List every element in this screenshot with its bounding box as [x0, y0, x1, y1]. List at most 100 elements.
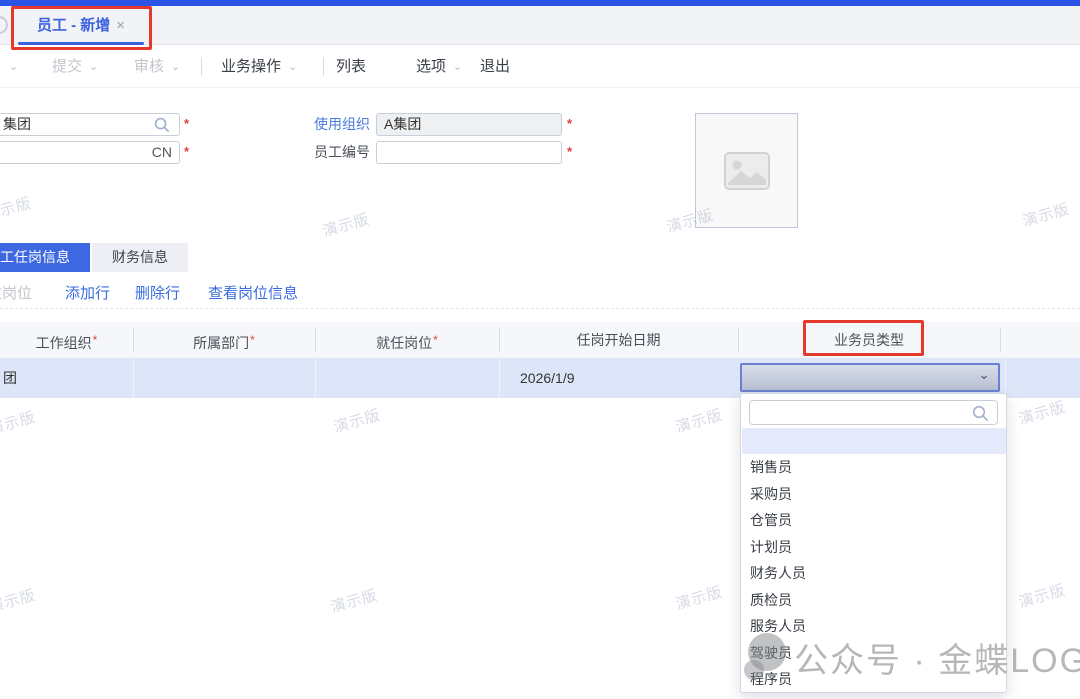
- col-department[interactable]: 所属部门*: [133, 322, 315, 358]
- dropdown-option-empty[interactable]: [742, 428, 1006, 454]
- column-separator: [315, 328, 316, 352]
- cell-start-date[interactable]: 2026/1/9: [520, 358, 575, 398]
- column-separator: [499, 358, 500, 398]
- org-lookup-field[interactable]: 集团: [0, 113, 180, 136]
- dropdown-option[interactable]: 财务人员: [741, 560, 1006, 587]
- demo-watermark: 演示版: [0, 192, 34, 225]
- audit-label: 审核: [134, 58, 164, 75]
- demo-watermark: 演示版: [320, 208, 372, 241]
- col-work-org-label: 工作组织: [36, 335, 92, 351]
- dropdown-option[interactable]: 计划员: [741, 534, 1006, 561]
- submit-button[interactable]: 提交 ⌄: [52, 45, 98, 88]
- col-position[interactable]: 就任岗位*: [315, 322, 499, 358]
- document-tab-bar: 员工 - 新增 ×: [0, 6, 1080, 45]
- col-work-org[interactable]: 工作组织*: [0, 322, 133, 358]
- toolbar-stub-chevron: ⌄: [2, 45, 18, 88]
- chevron-down-icon: ⌄: [288, 61, 297, 73]
- col-start-date-label: 任岗开始日期: [577, 332, 661, 348]
- use-org-field: A集团: [376, 113, 562, 136]
- required-marker: *: [184, 116, 189, 131]
- column-separator: [738, 328, 739, 352]
- dropdown-option[interactable]: 质检员: [741, 587, 1006, 614]
- demo-watermark: 演示版: [673, 404, 725, 437]
- column-separator: [499, 328, 500, 352]
- delete-row-label: 删除行: [135, 285, 180, 302]
- brand-logo-circle-small: [744, 660, 764, 680]
- required-marker: *: [567, 116, 572, 131]
- employee-no-label: 员工编号: [312, 141, 370, 164]
- demo-watermark: 演示版: [331, 404, 383, 437]
- tab-position-info[interactable]: 员工任岗信息: [0, 243, 90, 272]
- employee-new-window: 演示版 演示版 演示版 演示版 演示版 演示版 演示版 演示版 演示版 演示版 …: [0, 0, 1080, 699]
- list-label: 列表: [336, 58, 366, 75]
- chevron-down-icon: ⌄: [978, 366, 990, 383]
- brand-watermark: 公众号 · 金蝶LOG: [794, 633, 1080, 682]
- list-button[interactable]: 列表: [336, 45, 366, 88]
- salesperson-type-select[interactable]: ⌄: [740, 363, 1000, 392]
- toolbar-separator: [323, 57, 324, 76]
- tab-finance-info[interactable]: 财务信息: [92, 243, 188, 272]
- toolbar: ⌄ 提交 ⌄ 审核 ⌄ 业务操作 ⌄ 列表 选项 ⌄ 退出: [0, 45, 1080, 88]
- demo-watermark: 演示版: [328, 584, 380, 617]
- col-salesperson-type[interactable]: 业务员类型: [738, 322, 1000, 358]
- code-suffix: CN: [152, 144, 172, 160]
- dropdown-option[interactable]: 采购员: [741, 481, 1006, 508]
- change-position-action: 改岗位: [0, 279, 32, 309]
- toolbar-separator: [201, 57, 202, 76]
- code-field[interactable]: CN: [0, 141, 180, 164]
- required-marker: *: [567, 144, 572, 159]
- grid-header: 工作组织* 所属部门* 就任岗位* 任岗开始日期 业务员类型: [0, 322, 1080, 358]
- use-org-label[interactable]: 使用组织: [312, 113, 370, 136]
- search-icon: [972, 405, 989, 422]
- dropdown-option[interactable]: 仓管员: [741, 507, 1006, 534]
- grid-action-bar: 改岗位 添加行 删除行 查看岗位信息: [0, 279, 1080, 309]
- cell-work-org[interactable]: 团: [3, 358, 17, 398]
- col-salesperson-type-label: 业务员类型: [834, 332, 904, 348]
- demo-watermark: 演示版: [1016, 396, 1068, 429]
- close-icon[interactable]: ×: [116, 17, 125, 34]
- exit-label: 退出: [480, 58, 510, 75]
- demo-watermark: 演示版: [1020, 198, 1072, 231]
- chevron-down-icon: ⌄: [9, 61, 18, 73]
- col-start-date[interactable]: 任岗开始日期: [499, 322, 738, 358]
- exit-button[interactable]: 退出: [480, 45, 510, 88]
- column-separator: [1005, 358, 1006, 398]
- business-operations-label: 业务操作: [221, 58, 281, 75]
- add-row-label: 添加行: [65, 285, 110, 302]
- demo-watermark: 演示版: [664, 204, 716, 237]
- change-position-label: 改岗位: [0, 285, 32, 302]
- delete-row-link[interactable]: 删除行: [135, 279, 180, 309]
- col-department-label: 所属部门: [193, 335, 249, 351]
- demo-watermark: 演示版: [0, 406, 38, 439]
- partial-circle-icon: [0, 16, 8, 34]
- required-marker: *: [184, 144, 189, 159]
- employee-no-field[interactable]: [376, 141, 562, 164]
- required-marker: *: [433, 333, 438, 347]
- submit-label: 提交: [52, 58, 82, 75]
- dropdown-search-input[interactable]: [749, 400, 998, 425]
- column-separator: [133, 328, 134, 352]
- options-label: 选项: [416, 58, 446, 75]
- required-marker: *: [93, 333, 98, 347]
- tab-finance-info-label: 财务信息: [112, 249, 168, 265]
- tab-title: 员工 - 新增: [37, 17, 110, 34]
- col-position-label: 就任岗位: [376, 335, 432, 351]
- view-position-info-label: 查看岗位信息: [208, 285, 298, 302]
- business-operations-button[interactable]: 业务操作 ⌄: [221, 45, 297, 88]
- dropdown-option[interactable]: 销售员: [741, 454, 1006, 481]
- chevron-down-icon: ⌄: [453, 61, 462, 73]
- tab-position-info-label: 员工任岗信息: [0, 249, 70, 265]
- options-button[interactable]: 选项 ⌄: [416, 45, 462, 88]
- view-position-info-link[interactable]: 查看岗位信息: [208, 279, 298, 309]
- tab-employee-new[interactable]: 员工 - 新增 ×: [18, 10, 144, 42]
- demo-watermark: 演示版: [1016, 579, 1068, 612]
- required-marker: *: [250, 333, 255, 347]
- add-row-link[interactable]: 添加行: [65, 279, 110, 309]
- org-lookup-value: 集团: [3, 116, 31, 132]
- search-icon[interactable]: [154, 117, 170, 133]
- chevron-down-icon: ⌄: [171, 61, 180, 73]
- audit-button[interactable]: 审核 ⌄: [134, 45, 180, 88]
- column-separator: [315, 358, 316, 398]
- column-separator: [1000, 328, 1001, 352]
- chevron-down-icon: ⌄: [89, 61, 98, 73]
